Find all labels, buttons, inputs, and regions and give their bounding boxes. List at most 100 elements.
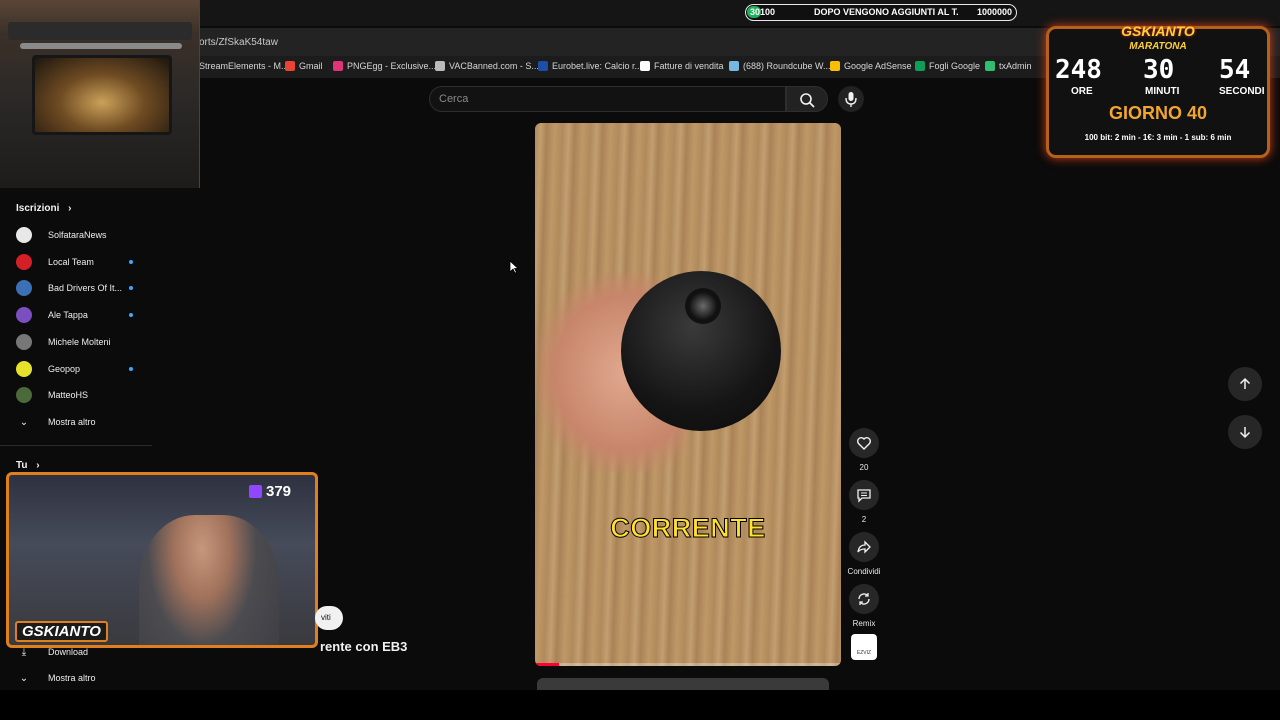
timer-day: GIORNO 40 (1108, 103, 1208, 123)
timer-title: GSKIANTO (1121, 23, 1195, 39)
avatar (16, 333, 32, 350)
bookmark-item[interactable]: Eurobet.live: Calcio r... (538, 61, 642, 71)
subscription-name: Bad Drivers Of It... (48, 283, 123, 294)
subscription-name: Geopop (48, 363, 81, 374)
url-text[interactable]: orts/ZfSkaK54taw (199, 37, 278, 48)
new-content-dot (129, 366, 133, 371)
avatar (16, 280, 32, 297)
oven-panel (8, 22, 192, 40)
search-button[interactable] (786, 86, 828, 112)
bookmark-label: Fatture di vendita (654, 61, 724, 71)
search-icon (800, 93, 815, 108)
bookmark-favicon-icon (435, 61, 445, 71)
streamer-brand-logo: GSKIANTO (15, 621, 108, 642)
avatar (16, 387, 32, 404)
twitch-icon (249, 485, 262, 498)
video-caption: CORRENTE (610, 513, 766, 544)
show-more-button[interactable]: ⌄ Mostra altro (16, 412, 136, 432)
download-icon: ⤓ (21, 646, 27, 658)
video-progress-bar[interactable] (535, 663, 841, 666)
sidebar-item-subscription[interactable]: Michele Molteni (16, 332, 136, 352)
avatar (16, 307, 32, 324)
bookmark-label: PNGEgg - Exclusive... (347, 61, 437, 71)
arrow-up-icon (1239, 377, 1251, 389)
comment-count: 2 (861, 515, 867, 524)
chevron-right-icon: › (36, 460, 40, 471)
search-input[interactable]: Cerca (439, 93, 468, 105)
sidebar-item-subscription[interactable]: Bad Drivers Of It... (16, 278, 136, 298)
bookmark-item[interactable]: Fatture di vendita (640, 61, 724, 71)
bookmark-item[interactable]: PNGEgg - Exclusive... (333, 61, 436, 71)
remix-button[interactable] (849, 584, 879, 614)
subscriptions-title: Iscrizioni (16, 203, 60, 214)
goal-text: DOPO VENGONO AGGIUNTI AL T. (814, 7, 959, 17)
comment-icon (857, 489, 871, 503)
avatar (16, 227, 32, 243)
bookmark-favicon-icon (985, 61, 995, 71)
short-video-player[interactable]: CORRENTE (535, 123, 841, 666)
goal-progress-bar: 30100 DOPO VENGONO AGGIUNTI AL T. 100000… (745, 4, 1017, 21)
timer-minutes-label: MINUTI (1145, 86, 1180, 97)
oven-handle (20, 43, 182, 49)
chevron-right-icon: › (68, 203, 72, 214)
you-title: Tu (16, 460, 28, 471)
voice-search-button[interactable] (838, 86, 864, 112)
you-header[interactable]: Tu › (16, 460, 40, 471)
sidebar-item-subscription[interactable]: Geopop (16, 359, 136, 379)
chevron-down-icon: ⌄ (19, 416, 29, 428)
subscription-name: Local Team (48, 256, 94, 267)
bookmark-label: txAdmin (999, 61, 1032, 71)
sidebar-item-subscription[interactable]: Ale Tappa (16, 305, 136, 325)
channel-avatar[interactable]: EZVIZ (851, 634, 877, 660)
sidebar-item-subscription[interactable]: MatteoHS (16, 385, 136, 405)
bookmark-item[interactable]: StreamElements - M... (185, 61, 289, 71)
new-content-dot (129, 313, 133, 318)
bookmark-item[interactable]: Google AdSense (830, 61, 912, 71)
bookmark-favicon-icon (333, 61, 343, 71)
search-box[interactable] (429, 86, 786, 112)
viewer-count-value: 379 (266, 483, 292, 500)
show-more-label-2: Mostra altro (48, 673, 96, 683)
new-content-dot (129, 286, 133, 291)
bookmark-label: Fogli Google (929, 61, 981, 71)
bookmark-label: (688) Roundcube W... (743, 61, 831, 71)
subscriptions-header[interactable]: Iscrizioni › (16, 203, 71, 214)
video-progress-fill (535, 663, 560, 666)
bookmark-favicon-icon (915, 61, 925, 71)
camera-lens-image (685, 288, 721, 324)
comments-button[interactable] (849, 480, 879, 510)
sidebar-divider (0, 445, 152, 446)
previous-short-button[interactable] (1228, 367, 1262, 401)
sidebar-item-subscription[interactable]: Local Team (16, 252, 136, 272)
timer-hours: 248 (1055, 55, 1102, 85)
avatar (16, 360, 32, 377)
show-more-button-2[interactable]: ⌄ Mostra altro (16, 668, 136, 688)
timer-seconds-label: SECONDI (1219, 86, 1265, 97)
bookmark-item[interactable]: Fogli Google (915, 61, 980, 71)
timer-minutes: 30 (1143, 55, 1175, 85)
share-label: Condividi (847, 567, 881, 576)
bookmark-favicon-icon (729, 61, 739, 71)
overlay-chip[interactable]: viti (315, 606, 343, 630)
bookmark-item[interactable]: (688) Roundcube W... (729, 61, 831, 71)
subscription-name: MatteoHS (48, 390, 89, 401)
bookmark-item[interactable]: txAdmin (985, 61, 1032, 71)
microphone-icon (845, 92, 857, 107)
share-button[interactable] (849, 532, 879, 562)
next-short-button[interactable] (1228, 415, 1262, 449)
avatar (16, 253, 32, 270)
marathon-timer-overlay: GSKIANTO MARATONA 248 30 54 ORE MINUTI S… (1046, 23, 1270, 158)
bookmark-label: VACBanned.com - S... (449, 61, 539, 71)
timer-seconds: 54 (1219, 55, 1251, 85)
like-button[interactable] (849, 428, 879, 458)
bookmark-item[interactable]: VACBanned.com - S... (435, 61, 539, 71)
next-short-thumbnail[interactable] (537, 678, 829, 690)
bookmark-label: StreamElements - M... (199, 61, 289, 71)
bookmark-label: Gmail (299, 61, 323, 71)
timer-rates: 100 bit: 2 min - 1€: 3 min - 1 sub: 6 mi… (1084, 133, 1232, 142)
timer-hours-label: ORE (1071, 86, 1093, 97)
bookmark-favicon-icon (830, 61, 840, 71)
oven-window (32, 55, 172, 135)
bookmark-item[interactable]: Gmail (285, 61, 323, 71)
sidebar-item-subscription[interactable]: SolfataraNews (16, 225, 136, 245)
